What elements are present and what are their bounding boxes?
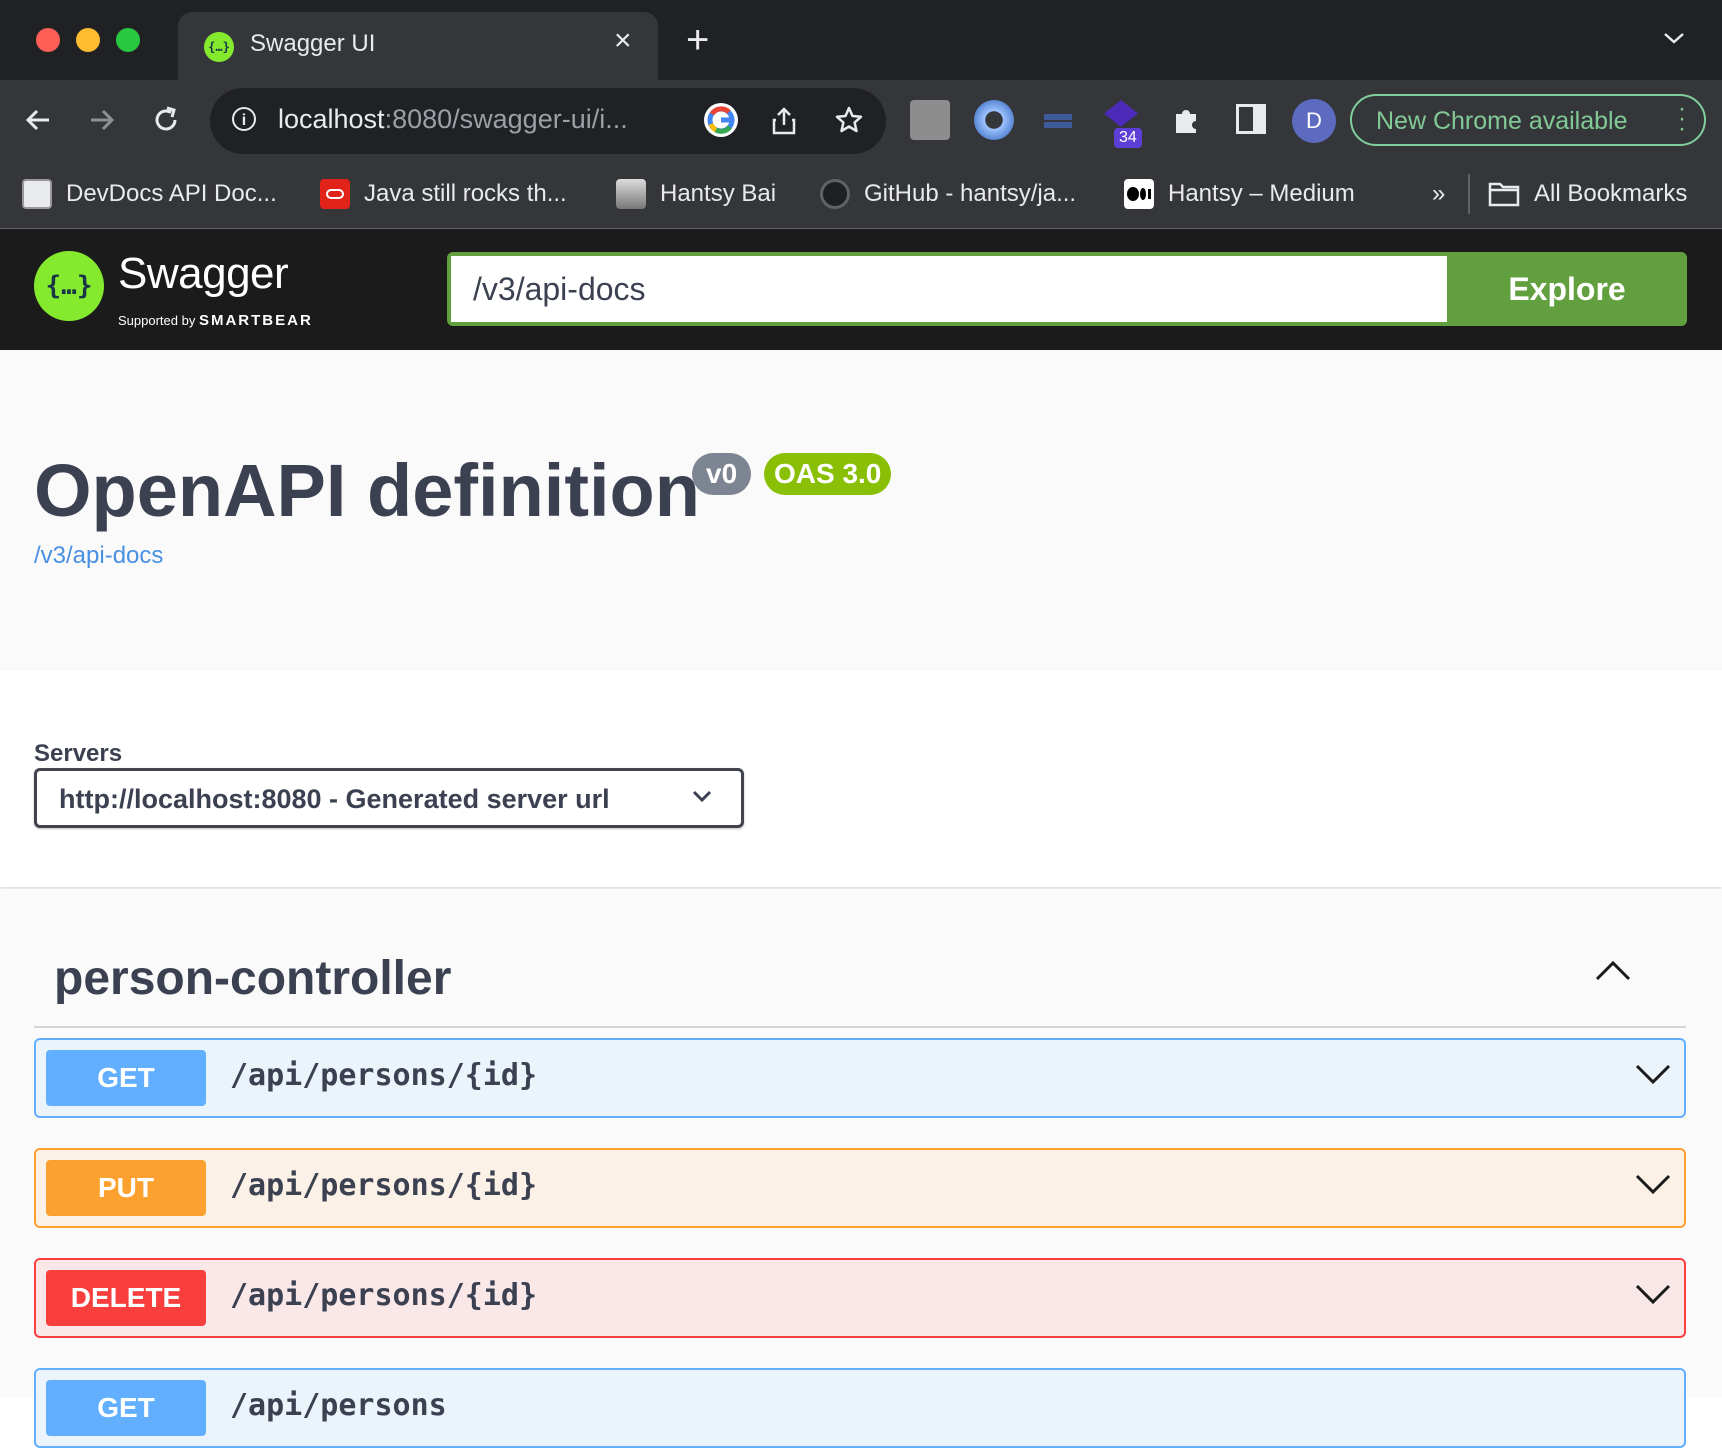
bookmark-github[interactable]: GitHub - hantsy/ja... <box>820 178 1076 210</box>
minimize-window-button[interactable] <box>76 28 100 52</box>
bookmark-label: GitHub - hantsy/ja... <box>864 180 1077 207</box>
forward-button[interactable] <box>80 98 124 142</box>
tab-close-icon[interactable]: × <box>614 26 632 56</box>
share-icon[interactable] <box>770 106 798 141</box>
medium-icon <box>1124 179 1154 209</box>
swagger-favicon-icon: {…} <box>204 32 234 62</box>
profile-avatar[interactable]: D <box>1292 99 1336 143</box>
collapse-tag-chevron-up-icon[interactable] <box>1594 959 1632 988</box>
operation-path: /api/persons/{id} <box>230 1278 538 1313</box>
extension-image-icon[interactable] <box>910 100 950 140</box>
swagger-topbar: {…} Swagger Supported by SMARTBEAR Explo… <box>0 229 1722 350</box>
all-bookmarks-label: All Bookmarks <box>1534 180 1688 207</box>
extensions-puzzle-icon[interactable] <box>1170 104 1202 141</box>
spec-url-input[interactable] <box>451 256 1447 322</box>
servers-select[interactable]: http://localhost:8080 - Generated server… <box>34 768 744 828</box>
tag-divider <box>34 1026 1686 1028</box>
bookmark-label: Hantsy – Medium <box>1168 180 1355 207</box>
forward-arrow-icon <box>91 109 115 131</box>
back-arrow-icon <box>25 109 49 131</box>
oracle-icon <box>320 179 350 209</box>
google-lens-icon[interactable] <box>704 103 738 137</box>
maximize-window-button[interactable] <box>116 28 140 52</box>
site-info-icon[interactable]: i <box>232 107 256 131</box>
swagger-logo-icon[interactable]: {…} <box>34 251 104 321</box>
close-window-button[interactable] <box>36 28 60 52</box>
operation-put-person[interactable]: PUT /api/persons/{id} <box>34 1148 1686 1228</box>
servers-label: Servers <box>34 740 123 767</box>
version-badge: v0 <box>692 453 752 495</box>
github-icon <box>820 179 850 209</box>
browser-tabstrip: {…} Swagger UI × + <box>0 0 1722 80</box>
chevron-down-icon[interactable] <box>1634 1172 1672 1201</box>
bookmark-star-icon[interactable] <box>834 105 864 140</box>
bookmarks-overflow-button[interactable]: » <box>1432 178 1445 210</box>
chevron-down-icon[interactable] <box>1634 1062 1672 1091</box>
operation-get-person[interactable]: GET /api/persons/{id} <box>34 1038 1686 1118</box>
swagger-support-line: Supported by SMARTBEAR <box>118 312 313 329</box>
all-bookmarks-button[interactable]: All Bookmarks <box>1488 178 1687 210</box>
operation-get-persons[interactable]: GET /api/persons <box>34 1368 1686 1448</box>
bookmark-label: Java still rocks th... <box>364 180 567 207</box>
explore-button[interactable]: Explore <box>1447 252 1687 326</box>
operation-path: /api/persons/{id} <box>230 1058 538 1093</box>
side-panel-icon[interactable] <box>1236 104 1266 134</box>
selected-server: http://localhost:8080 - Generated server… <box>59 784 610 814</box>
extension-count-badge: 34 <box>1114 128 1142 148</box>
api-title: OpenAPI definition <box>34 449 700 532</box>
api-docs-link[interactable]: /v3/api-docs <box>34 542 163 570</box>
browser-toolbar: i localhost:8080/swagger-ui/i... 34 D Ne… <box>0 80 1722 160</box>
browser-tab[interactable]: {…} Swagger UI × <box>178 12 658 80</box>
chevron-down-icon[interactable] <box>1634 1282 1672 1311</box>
operations-section: person-controller GET /api/persons/{id} … <box>0 889 1722 1448</box>
swagger-brand: Swagger <box>118 249 289 298</box>
method-badge: DELETE <box>46 1270 206 1326</box>
new-tab-button[interactable]: + <box>686 20 709 60</box>
bookmark-label: DevDocs API Doc... <box>66 180 277 207</box>
devdocs-icon <box>22 179 52 209</box>
extension-hat-icon[interactable] <box>1104 100 1138 127</box>
method-badge: GET <box>46 1380 206 1436</box>
bookmark-medium[interactable]: Hantsy – Medium <box>1124 178 1355 210</box>
spec-url-form: Explore <box>447 252 1687 326</box>
more-vert-icon: · · · <box>1678 95 1686 142</box>
extension-bars-icon[interactable] <box>1044 114 1072 120</box>
operation-path: /api/persons/{id} <box>230 1168 538 1203</box>
oas-badge: OAS 3.0 <box>764 453 892 495</box>
reload-icon <box>155 106 177 131</box>
bookmarks-bar: DevDocs API Doc... Java still rocks th..… <box>0 160 1722 229</box>
method-badge: GET <box>46 1050 206 1106</box>
address-url[interactable]: localhost:8080/swagger-ui/i... <box>278 104 628 135</box>
tab-title: Swagger UI <box>250 30 376 57</box>
servers-section: Servers http://localhost:8080 - Generate… <box>0 670 1722 887</box>
chevron-down-icon <box>691 789 713 808</box>
back-button[interactable] <box>16 98 60 142</box>
operation-delete-person[interactable]: DELETE /api/persons/{id} <box>34 1258 1686 1338</box>
folder-icon <box>1488 181 1520 207</box>
tab-search-chevron-icon[interactable] <box>1662 30 1686 51</box>
bookmarks-divider <box>1468 174 1470 214</box>
tag-title[interactable]: person-controller <box>54 951 451 1006</box>
address-bar[interactable]: i localhost:8080/swagger-ui/i... <box>210 88 886 154</box>
operation-path: /api/persons <box>230 1388 447 1423</box>
extension-circle-icon[interactable] <box>974 100 1014 140</box>
reload-button[interactable] <box>144 98 188 142</box>
method-badge: PUT <box>46 1160 206 1216</box>
bookmark-hantsy-bai[interactable]: Hantsy Bai <box>616 178 776 210</box>
api-info: OpenAPI definition v0 OAS 3.0 /v3/api-do… <box>0 350 1722 670</box>
new-chrome-available-button[interactable]: New Chrome available · · · <box>1350 94 1706 146</box>
bookmark-label: Hantsy Bai <box>660 180 777 207</box>
portrait-icon <box>616 179 646 209</box>
bookmark-java-rocks[interactable]: Java still rocks th... <box>320 178 567 210</box>
bookmark-devdocs[interactable]: DevDocs API Doc... <box>22 178 277 210</box>
